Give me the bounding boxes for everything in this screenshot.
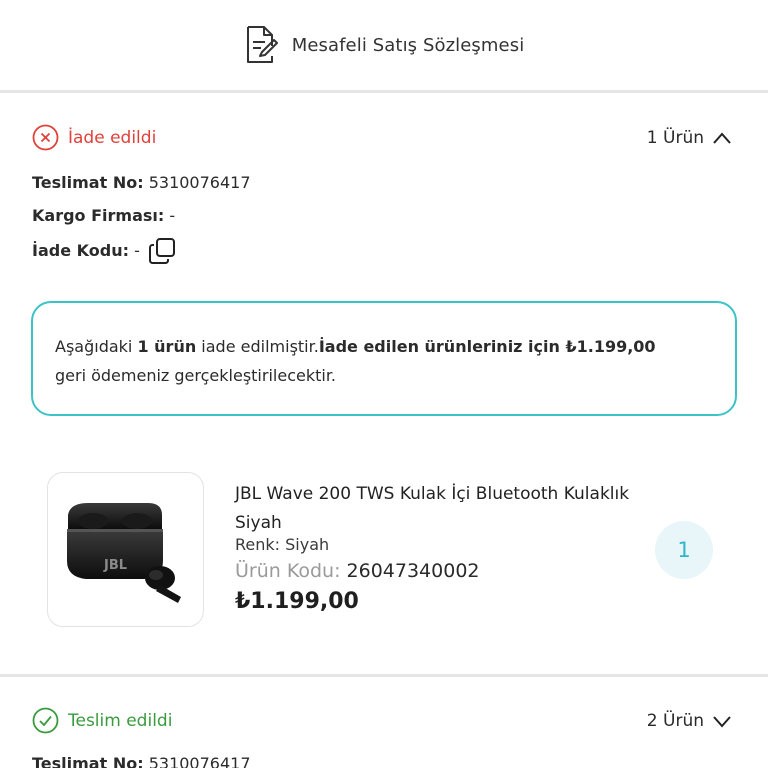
divider bbox=[0, 674, 768, 677]
notice-text: geri ödemeniz gerçekleştirilecektir. bbox=[55, 366, 337, 385]
delivered-item-count: 2 Ürün bbox=[646, 710, 704, 731]
x-circle-icon bbox=[32, 124, 59, 151]
contract-header[interactable]: Mesafeli Satış Sözleşmesi bbox=[0, 0, 768, 90]
return-code-value: - bbox=[134, 241, 140, 260]
notice-text: iade edilmiştir. bbox=[196, 337, 319, 356]
return-code-row: İade Kodu: - bbox=[32, 237, 176, 265]
check-circle-icon bbox=[32, 707, 59, 734]
refund-notice: Aşağıdaki 1 ürün iade edilmiştir.İade ed… bbox=[31, 301, 737, 416]
product-code-value: 26047340002 bbox=[346, 560, 480, 582]
cargo-company-row: Kargo Firması: - bbox=[32, 205, 175, 227]
copy-icon[interactable] bbox=[148, 237, 176, 265]
delivery-number-label: Teslimat No: bbox=[32, 754, 144, 768]
chevron-up-icon[interactable] bbox=[712, 131, 732, 145]
delivery-number-value: 5310076417 bbox=[148, 173, 251, 192]
document-edit-icon bbox=[246, 26, 278, 63]
return-code-label: İade Kodu: bbox=[32, 241, 129, 260]
returned-item-count: 1 Ürün bbox=[646, 127, 704, 148]
product-price: ₺1.199,00 bbox=[235, 589, 359, 614]
cargo-company-value: - bbox=[169, 206, 176, 225]
product-image[interactable]: JBL bbox=[47, 472, 204, 627]
delivered-status-row[interactable]: Teslim edildi 2 Ürün bbox=[32, 707, 732, 734]
returned-status-label: İade edildi bbox=[68, 127, 157, 148]
notice-text: Aşağıdaki bbox=[55, 337, 138, 356]
notice-count: 1 ürün bbox=[137, 337, 197, 356]
product-title[interactable]: JBL Wave 200 TWS Kulak İçi Bluetooth Kul… bbox=[235, 480, 635, 538]
product-quantity-badge: 1 bbox=[655, 521, 713, 579]
contract-title[interactable]: Mesafeli Satış Sözleşmesi bbox=[292, 35, 525, 56]
product-color: Renk: Siyah bbox=[235, 535, 330, 554]
notice-refund-amount: İade edilen ürünleriniz için ₺1.199,00 bbox=[318, 337, 656, 356]
delivered-item-count-toggle[interactable]: 2 Ürün bbox=[647, 711, 732, 731]
product-brand-logo: JBL bbox=[103, 558, 127, 573]
delivered-status-label: Teslim edildi bbox=[68, 710, 173, 731]
delivery-number-row: Teslimat No: 5310076417 bbox=[32, 172, 251, 194]
cargo-company-label: Kargo Firması: bbox=[32, 206, 165, 225]
product-code: Ürün Kodu: 26047340002 bbox=[235, 560, 480, 582]
delivery-number-value: 5310076417 bbox=[148, 754, 251, 768]
earbuds-image: JBL bbox=[67, 503, 181, 603]
product-code-label: Ürün Kodu: bbox=[235, 560, 341, 582]
delivery-number-label: Teslimat No: bbox=[32, 173, 144, 192]
divider bbox=[0, 90, 768, 93]
chevron-down-icon[interactable] bbox=[712, 714, 732, 728]
delivered-delivery-number-row: Teslimat No: 5310076417 bbox=[32, 753, 251, 768]
returned-item-count-toggle[interactable]: 1 Ürün bbox=[647, 128, 732, 148]
returned-status-row[interactable]: İade edildi 1 Ürün bbox=[32, 124, 732, 151]
